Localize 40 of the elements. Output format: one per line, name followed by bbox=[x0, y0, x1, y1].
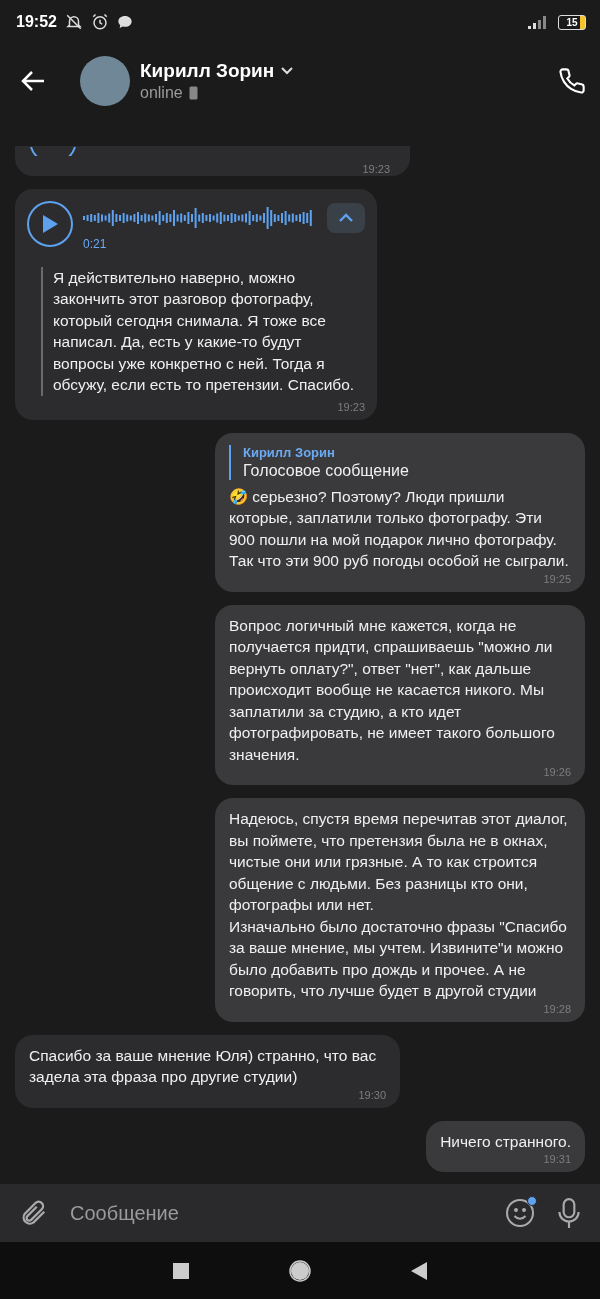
transcript-toggle-button[interactable] bbox=[327, 202, 365, 233]
back-button[interactable] bbox=[20, 70, 46, 92]
chevron-down-icon[interactable] bbox=[280, 66, 295, 76]
chat-icon bbox=[116, 14, 133, 30]
home-button[interactable] bbox=[289, 1259, 311, 1282]
message-time: 19:30 bbox=[358, 1088, 386, 1102]
phone-device-icon bbox=[188, 86, 198, 100]
voice-duration: 0:21 bbox=[83, 236, 108, 251]
contact-name[interactable]: Кирилл Зорин bbox=[140, 60, 275, 82]
message-time: 19:26 bbox=[543, 766, 571, 779]
microphone-icon[interactable] bbox=[556, 1197, 582, 1229]
call-button[interactable] bbox=[558, 67, 586, 95]
message-text: Надеюсь, спустя время перечитав этот диалог, вы поймете, что претензия была не в окнах, чистые они или грязные. А то как строится общение с людьми. Без разницы кто они, фотографы или нет. Изначально было достаточно фразы "Спасибо за ваше мнение, мы учтем. Извините"и можно было добавить про дождь и прочее. А не говорить, что лучше будет в другой студии bbox=[229, 809, 569, 1001]
back-nav-button[interactable] bbox=[411, 1261, 427, 1280]
message-time: 19:23 bbox=[362, 162, 390, 176]
recents-button[interactable] bbox=[173, 1262, 189, 1279]
message-time: 19:25 bbox=[543, 572, 571, 586]
chevron-icon[interactable] bbox=[338, 212, 354, 223]
message-text: Вопрос логичный мне кажется, когда не получается придти, спрашиваешь "можно ли вернуть оплату?", ответ "нет", как дальше происходит вообще не касается никого. Мы заплатили за студию, а кто идет фотографировать, не имеет такого большого значения. bbox=[229, 615, 556, 765]
message-time: 19:31 bbox=[543, 1153, 571, 1166]
reply-author: Кирилл Зорин bbox=[243, 444, 336, 460]
muted-bell-icon bbox=[64, 13, 83, 31]
status-time: 19:52 bbox=[16, 13, 57, 31]
play-button[interactable] bbox=[27, 200, 73, 247]
message-text: Ничего странного. bbox=[440, 1131, 571, 1152]
message-composer-bar[interactable]: Сообщение bbox=[0, 1184, 600, 1242]
message-text: Спасибо за ваше мнение Юля) странно, что вас задела эта фраза про другие студии) bbox=[29, 1045, 378, 1087]
play-icon[interactable] bbox=[41, 213, 59, 234]
alarm-icon bbox=[90, 13, 109, 31]
message-text: 🤣 серьезно? Поэтому? Люди пришли которые, заплатили только фотографу. Эти 900 пошли на мой подарок лично фотографу. Так что эти 900 руб погоды особой не сыграли. bbox=[229, 486, 570, 571]
reply-text: Голосовое сообщение bbox=[243, 461, 410, 480]
battery-indicator: 15 bbox=[558, 14, 586, 30]
message-time: 19:28 bbox=[543, 1002, 571, 1016]
play-button-edge-icon[interactable] bbox=[29, 145, 77, 156]
avatar-photo-placeholder[interactable] bbox=[80, 56, 130, 106]
transcript-text: Я действительно наверно, можно закончить этот разговор фотографу, который сегодня снимала. Я тоже все написал. Да, есть у какие-то будут вопросы уже конкретно с ней. Тогда я обсужу, если есть то претензии. Спасибо. bbox=[53, 267, 356, 395]
message-time: 19:23 bbox=[337, 400, 365, 414]
message-input-field[interactable]: Сообщение bbox=[68, 1200, 484, 1226]
contact-status: online bbox=[140, 84, 183, 102]
smiley-icon[interactable] bbox=[504, 1197, 536, 1229]
